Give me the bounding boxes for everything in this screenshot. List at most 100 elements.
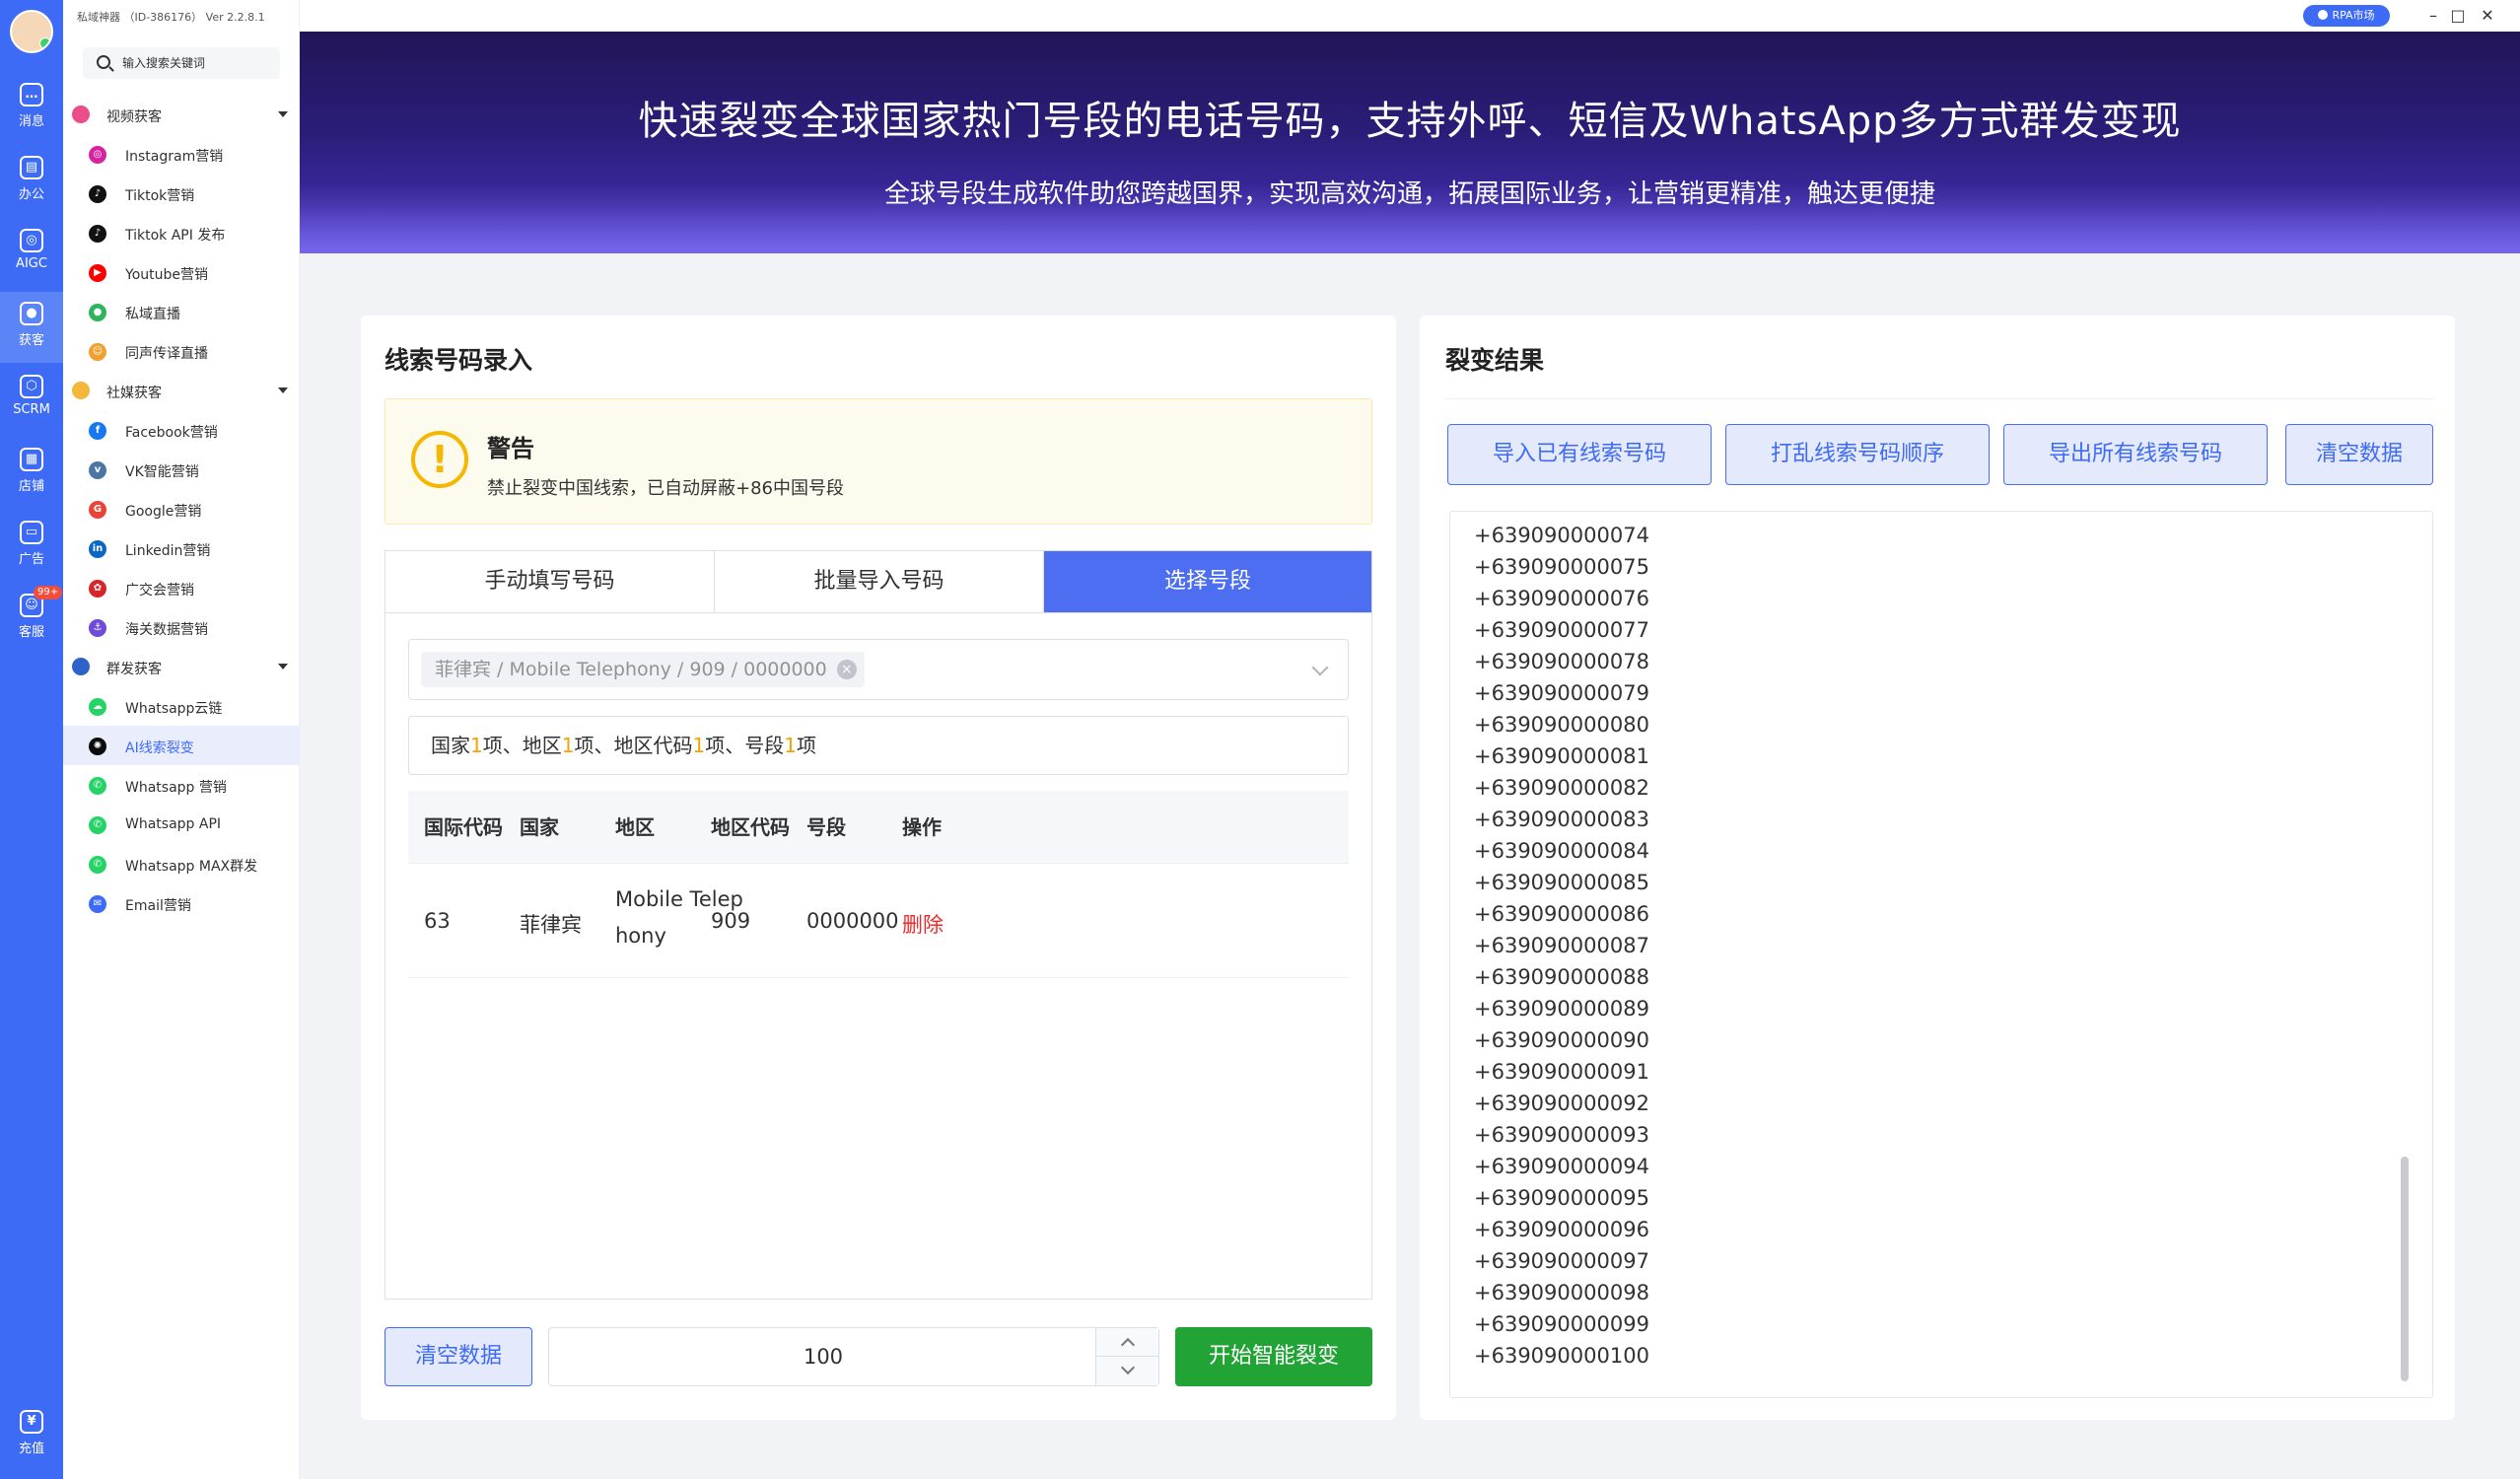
menu-item-interpret-live[interactable]: ☺ 同声传译直播 (63, 331, 300, 371)
menu-group-video[interactable]: 视频获客 (63, 96, 300, 133)
stepper-controls (1095, 1328, 1158, 1385)
menu-item-google[interactable]: G Google营销 (63, 489, 300, 528)
unread-badge: 99+ (34, 586, 63, 599)
clear-data-button[interactable]: 清空数据 (385, 1327, 532, 1386)
remove-tag-icon[interactable]: × (836, 660, 857, 679)
menu-group-social[interactable]: 社媒获客 (63, 372, 300, 409)
rail-item-scrm[interactable]: ⬡ SCRM (0, 365, 63, 436)
result-number: +639090000087 (1474, 934, 1649, 957)
delete-row-link[interactable]: 删除 (902, 909, 944, 939)
tab-batch-import[interactable]: 批量导入号码 (715, 551, 1044, 612)
segment-cascader[interactable]: 菲律宾 / Mobile Telephony / 909 / 0000000 × (408, 639, 1349, 700)
result-number: +639090000074 (1474, 524, 1649, 547)
rail-item-message[interactable]: … 消息 (0, 73, 63, 144)
menu-item-private-live[interactable]: ● 私域直播 (63, 292, 300, 331)
result-number: +639090000078 (1474, 650, 1649, 673)
minimize-icon[interactable]: – (2422, 5, 2444, 27)
instagram-icon: ◎ (89, 146, 106, 164)
tiktok-icon: ♪ (89, 225, 106, 243)
menu-item-tiktok[interactable]: ♪ Tiktok营销 (63, 174, 300, 213)
menu-item-tiktok-api[interactable]: ♪ Tiktok API 发布 (63, 213, 300, 252)
clear-results-button[interactable]: 清空数据 (2285, 424, 2433, 485)
live-icon: ● (89, 304, 106, 321)
selected-segment-tag: 菲律宾 / Mobile Telephony / 909 / 0000000 × (421, 652, 865, 687)
menu-item-whatsapp-cloud[interactable]: ☁ Whatsapp云链 (63, 686, 300, 726)
fission-count-stepper[interactable]: 100 (548, 1327, 1159, 1386)
whatsapp-cloud-icon: ☁ (89, 698, 106, 716)
menu-search[interactable] (83, 47, 280, 79)
menu-item-whatsapp-max[interactable]: ✆ Whatsapp MAX群发 (63, 844, 300, 883)
tab-select-segment[interactable]: 选择号段 (1044, 551, 1371, 612)
chevron-down-icon (278, 387, 288, 393)
rail-item-acquire[interactable]: ● 获客 (0, 292, 63, 363)
maximize-icon[interactable]: □ (2447, 5, 2469, 27)
rail-item-aigc[interactable]: ◎ AIGC (0, 219, 63, 290)
result-number: +639090000085 (1474, 871, 1649, 894)
export-leads-button[interactable]: 导出所有线索号码 (2003, 424, 2268, 485)
result-number: +639090000091 (1474, 1060, 1649, 1084)
menu-item-canton-fair[interactable]: ✿ 广交会营销 (63, 568, 300, 607)
result-number: +639090000079 (1474, 681, 1649, 705)
rail-item-office[interactable]: ▤ 办公 (0, 146, 63, 217)
ai-fission-icon: ✺ (89, 738, 106, 755)
menu-item-ai-lead-fission[interactable]: ✺ AI线索裂变 (63, 726, 300, 765)
menu-item-facebook[interactable]: f Facebook营销 (63, 410, 300, 450)
menu-item-youtube[interactable]: ▶ Youtube营销 (63, 252, 300, 292)
result-list[interactable]: +639090000074 +639090000075 +639090000076 +… (1449, 511, 2433, 1398)
hero-banner: 快速裂变全球国家热门号段的电话号码，支持外呼、短信及WhatsApp多方式群发变… (300, 32, 2520, 253)
menu-group-mass[interactable]: 群发获客 (63, 648, 300, 685)
result-number: +639090000098 (1474, 1281, 1649, 1304)
warning-title: 警告 (487, 435, 534, 462)
start-fission-button[interactable]: 开始智能裂变 (1175, 1327, 1372, 1386)
tab-manual-input[interactable]: 手动填写号码 (385, 551, 715, 612)
result-number: +639090000076 (1474, 587, 1649, 610)
close-icon[interactable]: ✕ (2477, 5, 2498, 27)
chevron-down-icon (278, 664, 288, 669)
whatsapp-icon: ✆ (89, 816, 106, 834)
result-number: +639090000099 (1474, 1312, 1649, 1336)
fission-count-value[interactable]: 100 (549, 1328, 1097, 1385)
search-icon (97, 55, 110, 69)
result-number: +639090000082 (1474, 776, 1649, 800)
menu-item-vk[interactable]: v VK智能营销 (63, 450, 300, 489)
shuffle-leads-button[interactable]: 打乱线索号码顺序 (1725, 424, 1990, 485)
rail-item-service[interactable]: ☺ 客服 99+ (0, 584, 63, 655)
rail-item-shop[interactable]: ▦ 店铺 (0, 438, 63, 509)
interpret-icon: ☺ (89, 343, 106, 361)
aigc-icon: ◎ (20, 229, 43, 252)
menu-item-email[interactable]: ✉ Email营销 (63, 883, 300, 923)
ads-icon: ▭ (20, 521, 43, 544)
increment-icon[interactable] (1096, 1328, 1158, 1357)
result-number: +639090000094 (1474, 1155, 1649, 1178)
scrollbar[interactable] (2401, 1157, 2409, 1381)
user-icon: ● (20, 302, 43, 325)
menu-item-customs-data[interactable]: ⚓ 海关数据营销 (63, 607, 300, 647)
left-rail: … 消息 ▤ 办公 ◎ AIGC ● 获客 ⬡ SCRM ▦ 店铺 ▭ 广告 ☺ 客服 99+ ¥… (0, 0, 63, 1479)
rpa-market-button[interactable]: RPA市场 (2303, 5, 2390, 27)
chevron-down-icon[interactable] (1311, 659, 1329, 676)
menu-item-instagram[interactable]: ◎ Instagram营销 (63, 134, 300, 174)
rail-item-ads[interactable]: ▭ 广告 (0, 511, 63, 582)
linkedin-icon: in (89, 540, 106, 558)
import-leads-button[interactable]: 导入已有线索号码 (1447, 424, 1712, 485)
col-country: 国家 (520, 815, 559, 839)
search-input[interactable] (122, 53, 270, 73)
rail-item-recharge[interactable]: ¥ 充值 (0, 1400, 63, 1471)
menu-item-whatsapp-marketing[interactable]: ✆ Whatsapp 营销 (63, 765, 300, 805)
col-country-code: 国际代码 (424, 815, 503, 839)
vk-icon: v (89, 461, 106, 479)
menu-item-whatsapp-api[interactable]: ✆ Whatsapp API (63, 805, 300, 844)
menu-item-linkedin[interactable]: in Linkedin营销 (63, 528, 300, 568)
lead-input-title: 线索号码录入 (385, 346, 533, 375)
decrement-icon[interactable] (1096, 1357, 1158, 1385)
social-group-icon (72, 382, 90, 399)
user-avatar[interactable] (10, 10, 53, 53)
result-number: +639090000081 (1474, 744, 1649, 768)
result-number: +639090000097 (1474, 1249, 1649, 1273)
result-number: +639090000075 (1474, 555, 1649, 579)
col-area-code: 地区代码 (711, 815, 790, 839)
result-number: +639090000084 (1474, 839, 1649, 863)
result-number: +639090000089 (1474, 997, 1649, 1021)
facebook-icon: f (89, 422, 106, 440)
cell-segment: 0000000 (806, 909, 899, 933)
